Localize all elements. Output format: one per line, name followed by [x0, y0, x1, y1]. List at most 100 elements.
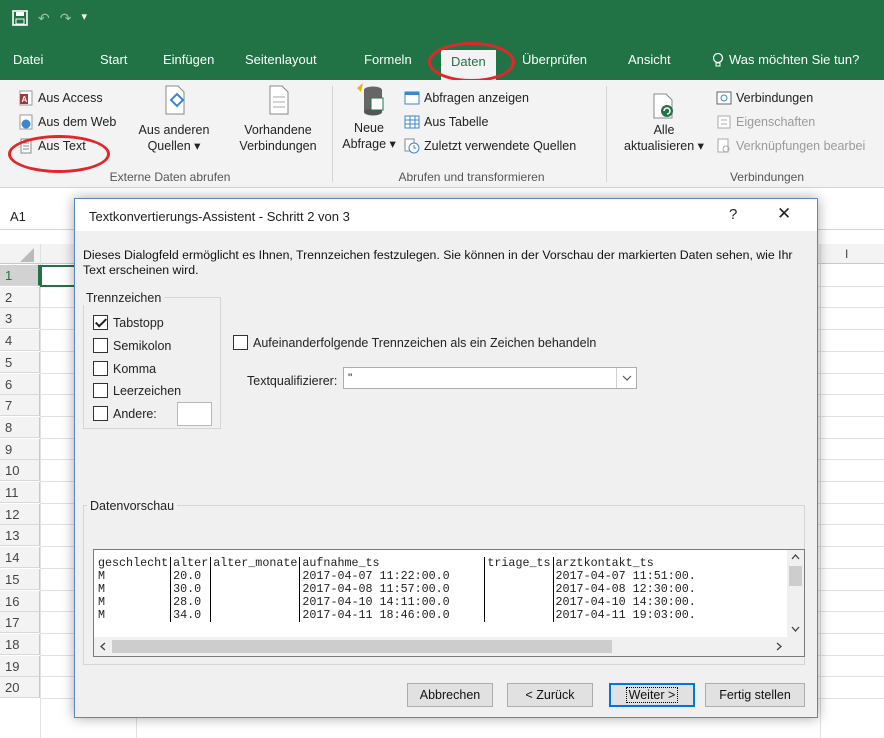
row-header[interactable]: 7 — [0, 395, 40, 417]
tab-start[interactable]: Start — [100, 48, 127, 72]
other-delimiter-checkbox[interactable]: Andere: — [93, 406, 157, 421]
tab-page-layout[interactable]: Seitenlayout — [245, 48, 317, 72]
semicolon-delimiter-checkbox[interactable]: Semikolon — [93, 338, 171, 353]
undo-icon[interactable]: ↶ — [38, 10, 50, 30]
scroll-left-icon[interactable] — [100, 642, 106, 651]
preview-cell[interactable]: triage_ts — [484, 557, 554, 570]
horizontal-scroll-thumb[interactable] — [112, 640, 612, 653]
row-header[interactable]: 5 — [0, 351, 40, 373]
data-preview[interactable]: geschlecht alter alter_monate aufnahme_t… — [93, 549, 805, 657]
row-header[interactable]: 19 — [0, 655, 40, 677]
vertical-scrollbar[interactable] — [787, 550, 804, 638]
other-sources-icon — [158, 84, 190, 118]
save-icon[interactable] — [12, 10, 28, 30]
scroll-up-icon[interactable] — [791, 554, 800, 560]
refresh-all-button[interactable]: Alle aktualisieren ▾ — [616, 92, 712, 154]
checkbox-icon[interactable] — [93, 383, 108, 398]
row-header[interactable]: 2 — [0, 286, 40, 308]
row-header[interactable]: 15 — [0, 568, 40, 590]
checkbox-checked-icon[interactable] — [93, 315, 108, 330]
preview-cell[interactable] — [210, 570, 300, 583]
other-delimiter-input[interactable] — [177, 402, 212, 426]
tab-view[interactable]: Ansicht — [628, 48, 671, 72]
close-button[interactable]: ✕ — [777, 204, 791, 224]
from-web-button[interactable]: Aus dem Web — [18, 114, 116, 130]
chevron-down-icon[interactable] — [616, 368, 636, 388]
preview-cell[interactable]: 2017-04-11 19:03:00. — [552, 609, 698, 622]
row-header[interactable]: 12 — [0, 503, 40, 525]
finish-button[interactable]: Fertig stellen — [705, 683, 805, 707]
redo-icon[interactable]: ↷ — [60, 10, 72, 30]
tab-delimiter-checkbox[interactable]: Tabstopp — [93, 315, 164, 330]
edit-links-button[interactable]: Verknüpfungen bearbei — [716, 138, 865, 154]
preview-cell[interactable] — [210, 596, 300, 609]
row-header[interactable]: 14 — [0, 547, 40, 569]
row-header[interactable]: 13 — [0, 525, 40, 547]
vertical-scroll-thumb[interactable] — [789, 566, 802, 586]
tab-review[interactable]: Überprüfen — [522, 48, 587, 72]
back-button[interactable]: < Zurück — [507, 683, 593, 707]
preview-cell[interactable] — [484, 596, 554, 609]
new-query-button[interactable]: Neue Abfrage ▾ — [338, 82, 400, 152]
from-text-button[interactable]: Aus Text — [18, 138, 86, 154]
tab-formulas[interactable]: Formeln — [364, 48, 412, 72]
tab-file[interactable]: Datei — [13, 48, 43, 72]
name-box[interactable]: A1 — [10, 209, 26, 224]
preview-cell[interactable]: alter_monate — [210, 557, 300, 570]
row-header[interactable]: 11 — [0, 482, 40, 503]
customize-icon[interactable]: ▾ — [81, 10, 87, 30]
checkbox-icon[interactable] — [93, 338, 108, 353]
space-delimiter-checkbox[interactable]: Leerzeichen — [93, 383, 181, 398]
properties-button[interactable]: Eigenschaften — [716, 114, 815, 130]
preview-cell[interactable]: 34.0 — [170, 609, 211, 622]
preview-cell[interactable] — [210, 583, 300, 596]
cancel-button[interactable]: Abbrechen — [407, 683, 493, 707]
checkbox-icon[interactable] — [93, 361, 108, 376]
row-header[interactable]: 1 — [0, 265, 40, 286]
preview-cell[interactable] — [484, 583, 554, 596]
next-button[interactable]: Weiter > — [609, 683, 695, 707]
row-header[interactable]: 3 — [0, 308, 40, 330]
consecutive-delimiters-checkbox[interactable]: Aufeinanderfolgende Trennzeichen als ein… — [233, 335, 596, 350]
row-header[interactable]: 9 — [0, 438, 40, 460]
preview-cell[interactable] — [210, 609, 300, 622]
preview-cell[interactable]: M — [96, 596, 171, 609]
from-table-button[interactable]: Aus Tabelle — [404, 114, 488, 130]
existing-connections-button[interactable]: Vorhandene Verbindungen — [230, 84, 326, 154]
tab-insert[interactable]: Einfügen — [163, 48, 214, 72]
preview-cell[interactable]: 2017-04-11 18:46:00.0 — [299, 609, 485, 622]
preview-cell[interactable]: geschlecht — [96, 557, 171, 570]
show-queries-button[interactable]: Abfragen anzeigen — [404, 90, 529, 106]
checkbox-icon[interactable] — [93, 406, 108, 421]
other-sources-button[interactable]: Aus anderen Quellen ▾ — [138, 84, 210, 154]
row-header[interactable]: 17 — [0, 612, 40, 634]
row-header[interactable]: 16 — [0, 590, 40, 612]
horizontal-scrollbar[interactable] — [94, 637, 787, 656]
row-header[interactable]: 6 — [0, 373, 40, 395]
from-access-button[interactable]: A Aus Access — [18, 90, 103, 106]
group-label-external-data: Externe Daten abrufen — [109, 170, 231, 184]
row-header[interactable]: 8 — [0, 416, 40, 438]
scroll-down-icon[interactable] — [791, 626, 800, 632]
row-header[interactable]: 4 — [0, 330, 40, 352]
row-header[interactable]: 10 — [0, 460, 40, 482]
scroll-right-icon[interactable] — [776, 642, 782, 651]
select-all-icon[interactable] — [20, 248, 34, 262]
text-qualifier-select[interactable]: " — [343, 367, 637, 389]
recent-sources-button[interactable]: Zuletzt verwendete Quellen — [404, 138, 576, 154]
preview-cell[interactable]: M — [96, 570, 171, 583]
preview-cell[interactable]: M — [96, 583, 171, 596]
from-access-label: Aus Access — [38, 91, 103, 105]
connections-button[interactable]: Verbindungen — [716, 90, 813, 106]
preview-cell[interactable]: M — [96, 609, 171, 622]
help-button[interactable]: ? — [729, 206, 737, 223]
preview-cell[interactable] — [484, 609, 554, 622]
preview-cell[interactable] — [484, 570, 554, 583]
row-header[interactable]: 20 — [0, 677, 40, 699]
comma-delimiter-checkbox[interactable]: Komma — [93, 361, 156, 376]
tab-data[interactable]: Daten — [441, 50, 496, 80]
checkbox-icon[interactable] — [233, 335, 248, 350]
tell-me-box[interactable]: Was möchten Sie tun? — [712, 48, 859, 72]
row-header[interactable]: 18 — [0, 633, 40, 655]
column-header-i[interactable]: I — [845, 247, 848, 261]
